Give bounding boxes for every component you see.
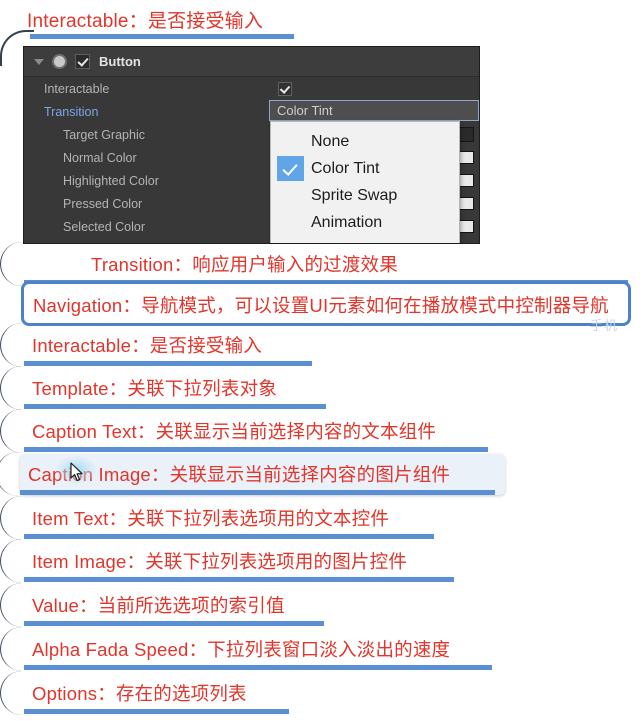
annotation-text: Transition：响应用户输入的过渡效果	[91, 254, 398, 275]
dropdown-option-animation[interactable]: Animation	[271, 209, 459, 236]
annotation-underline	[24, 621, 324, 626]
property-label-normal-color: Normal Color	[63, 150, 137, 165]
triangle-down-icon[interactable]	[34, 58, 44, 65]
annotation-row: Value：当前所选选项的索引值	[0, 583, 334, 627]
property-label-pressed-color: Pressed Color	[63, 196, 143, 211]
annotation-text: Options：存在的选项列表	[32, 683, 247, 704]
annotation-underline	[24, 534, 434, 539]
annotation-text: Caption Image：关联显示当前选择内容的图片组件	[28, 464, 451, 485]
checkmark-icon	[277, 210, 304, 235]
annotation-text: Interactable：是否接受输入	[32, 335, 262, 356]
component-enabled-checkbox[interactable]	[75, 54, 90, 69]
unity-inspector-panel: Button Interactable Transition Target Gr…	[24, 47, 479, 243]
property-label-target-graphic: Target Graphic	[63, 127, 145, 142]
annotation-underline	[24, 404, 326, 409]
property-row-interactable[interactable]: Interactable	[24, 77, 479, 100]
dropdown-option-label: Sprite Swap	[311, 186, 398, 204]
dropdown-option-none[interactable]: None	[271, 128, 459, 155]
annotation-underline	[24, 577, 454, 582]
annotation-text: Alpha Fada Speed：下拉列表窗口淡入淡出的速度	[32, 639, 451, 660]
annotation-row: Navigation：导航模式，可以设置UI元素如何在播放模式中控制器导航	[21, 281, 631, 326]
annotation-row: Interactable：是否接受输入	[0, 323, 322, 367]
annotation-underline	[24, 447, 488, 452]
checkmark-icon	[277, 129, 304, 154]
annotation-row: Transition：响应用户输入的过渡效果	[0, 242, 638, 286]
transition-dropdown-field[interactable]: Color Tint	[269, 100, 479, 121]
dropdown-option-label: Animation	[311, 213, 383, 231]
annotation-underline	[20, 490, 495, 495]
checkmark-icon	[277, 156, 304, 181]
annotation-row: Item Image：关联下拉列表选项用的图片控件	[0, 539, 464, 583]
button-component-icon	[52, 54, 67, 69]
component-title: Button	[99, 54, 141, 69]
annotation-text: Template：关联下拉列表对象	[32, 378, 277, 399]
annotation-underline	[24, 361, 312, 366]
annotation-text: Item Image：关联下拉列表选项用的图片控件	[32, 551, 408, 572]
annotation-row: Alpha Fada Speed：下拉列表窗口淡入淡出的速度	[0, 627, 502, 671]
dropdown-option-sprite-swap[interactable]: Sprite Swap	[271, 182, 459, 209]
dropdown-option-label: None	[311, 132, 350, 150]
dropdown-option-color-tint[interactable]: Color Tint	[271, 155, 459, 182]
property-label-highlighted-color: Highlighted Color	[63, 173, 159, 188]
annotation-row: Caption Text：关联显示当前选择内容的文本组件	[0, 409, 498, 453]
component-header[interactable]: Button	[24, 47, 479, 77]
annotation-row: Caption Image：关联显示当前选择内容的图片组件	[20, 454, 505, 495]
transition-dropdown-popup[interactable]: None Color Tint Sprite Swap Animation	[270, 121, 460, 243]
annotation-underline	[24, 665, 492, 670]
property-label-interactable: Interactable	[44, 81, 110, 96]
interactable-checkbox[interactable]	[278, 81, 292, 96]
annotation-row: Template：关联下拉列表对象	[0, 366, 336, 410]
annotation-text: Caption Text：关联显示当前选择内容的文本组件	[32, 421, 437, 442]
annotation-row: Item Text：关联下拉列表选项用的文本控件	[0, 496, 444, 540]
annotation-row: Options：存在的选项列表	[0, 671, 299, 715]
annotation-text: Navigation：导航模式，可以设置UI元素如何在播放模式中控制器导航	[33, 295, 609, 316]
property-label-selected-color: Selected Color	[63, 219, 145, 234]
dropdown-option-label: Color Tint	[311, 159, 380, 177]
watermark-text: 手机	[590, 318, 619, 333]
transition-dropdown-value: Color Tint	[277, 103, 333, 118]
annotation-text: Value：当前所选选项的索引值	[32, 595, 285, 616]
property-label-transition: Transition	[44, 104, 99, 119]
annotation-text: Item Text：关联下拉列表选项用的文本控件	[32, 508, 390, 529]
checkmark-icon	[277, 183, 304, 208]
top-caption-underline	[30, 34, 294, 39]
top-caption-text: Interactable：是否接受输入	[27, 11, 264, 32]
annotation-underline	[24, 709, 289, 714]
